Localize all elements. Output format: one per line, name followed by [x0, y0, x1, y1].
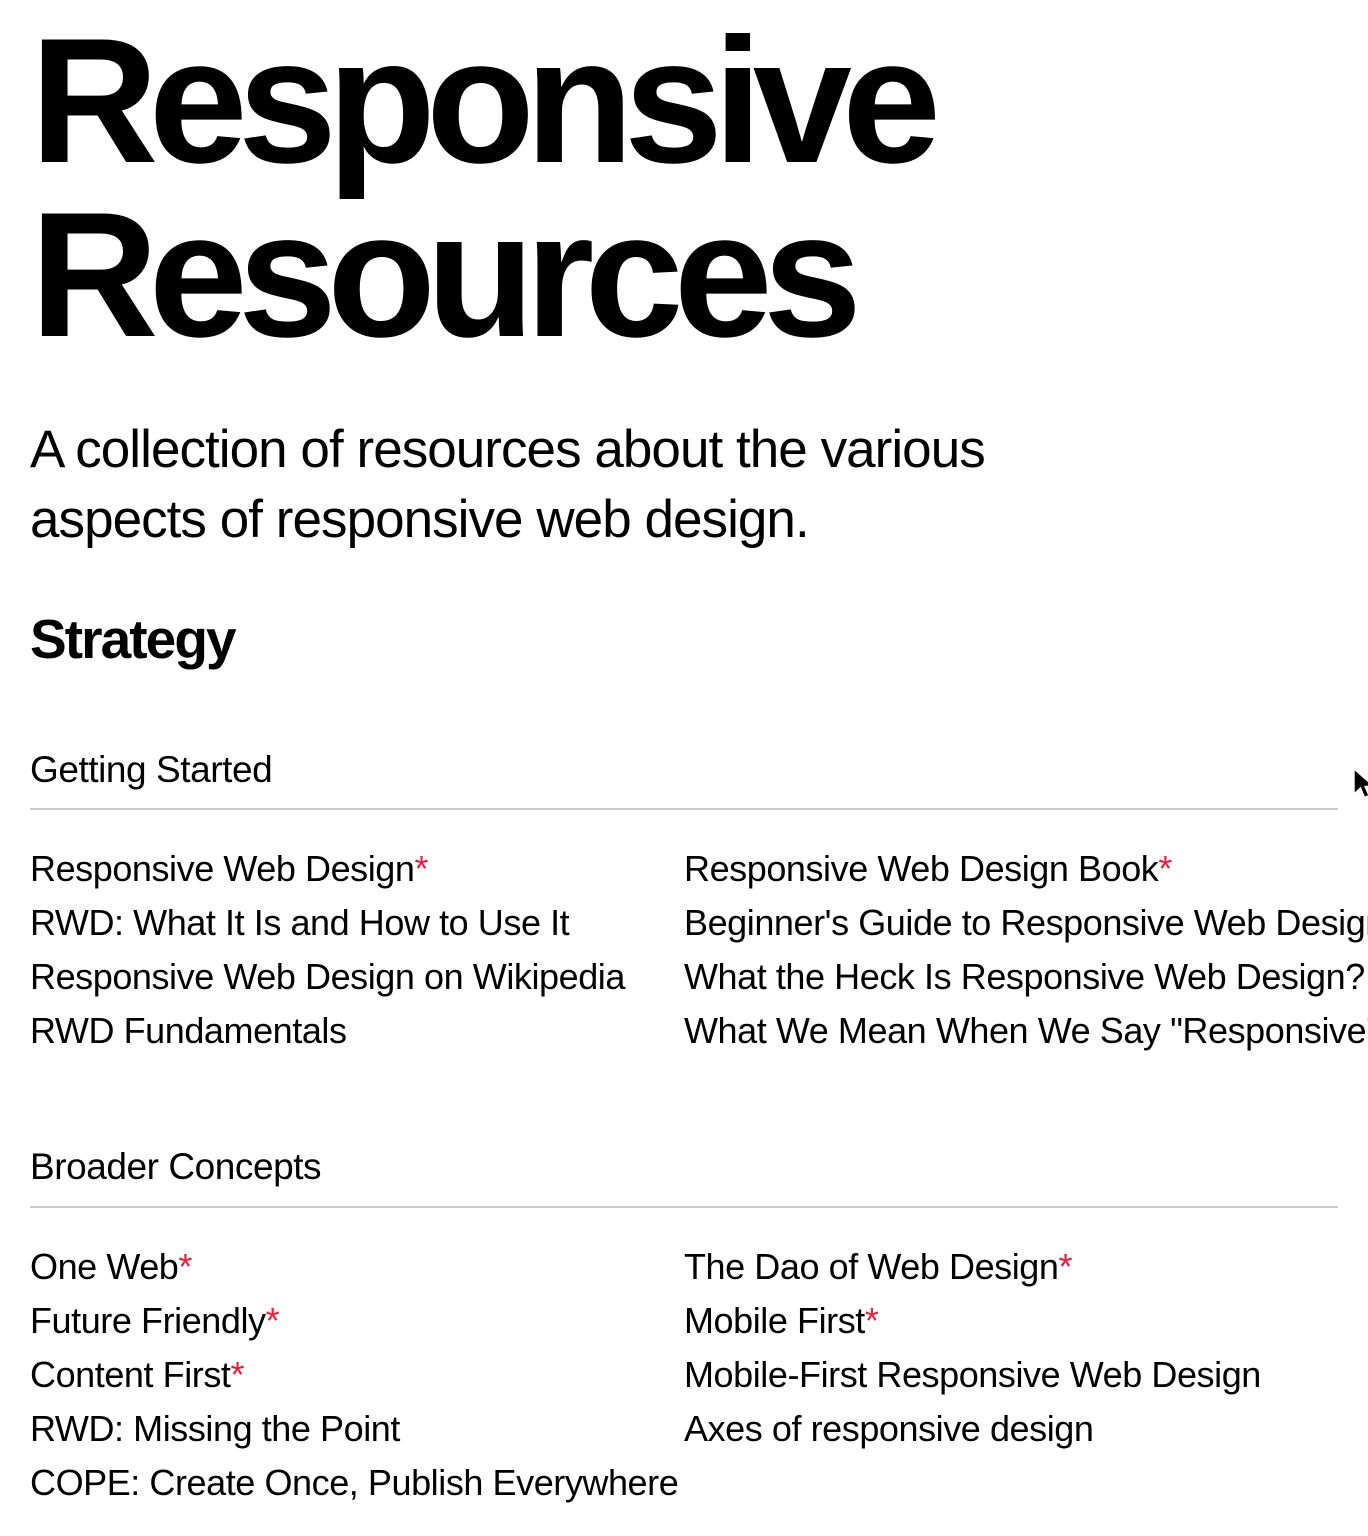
link-grid: One Web* Future Friendly* Content First* RW… [30, 1208, 1338, 1510]
mouse-pointer-icon [1352, 767, 1368, 800]
resource-link-label: RWD Fundamentals [30, 1010, 347, 1052]
starred-marker: * [230, 1353, 245, 1395]
resource-link[interactable]: Axes of responsive design [684, 1402, 1338, 1456]
resource-link-label: What We Mean When We Say "Responsive" [684, 1010, 1368, 1052]
starred-marker: * [265, 1299, 280, 1341]
resource-link-label: One Web [30, 1245, 179, 1287]
resource-link-label: Mobile-First Responsive Web Design [684, 1353, 1261, 1395]
resource-link[interactable]: Content First* [30, 1348, 684, 1402]
resource-link-label: Responsive Web Design Book [684, 848, 1159, 890]
resource-link-label: The Dao of Web Design [684, 1245, 1059, 1287]
resource-link[interactable]: Beginner's Guide to Responsive Web Desig… [684, 896, 1368, 950]
link-column: Responsive Web Design* RWD: What It Is an… [30, 842, 684, 1058]
link-column: The Dao of Web Design* Mobile First* Mobil… [684, 1240, 1338, 1510]
resource-link-label: Beginner's Guide to Responsive Web Desig… [684, 902, 1368, 944]
link-column: One Web* Future Friendly* Content First* RW… [30, 1240, 684, 1510]
starred-marker: * [1158, 848, 1172, 890]
resource-link[interactable]: Responsive Web Design on Wikipedia [30, 950, 684, 1004]
resource-link[interactable]: RWD: What It Is and How to Use It [30, 896, 684, 950]
resource-link-label: Responsive Web Design on Wikipedia [30, 956, 625, 998]
resource-link-label: Future Friendly [30, 1299, 266, 1341]
resource-link-label: COPE: Create Once, Publish Everywhere [30, 1461, 679, 1503]
subsections-container: Getting Started Responsive Web Design* RWD… [30, 669, 1368, 1510]
link-column: Responsive Web Design Book* Beginner's Gu… [684, 842, 1368, 1058]
subsection: Getting Started Responsive Web Design* RWD… [30, 669, 1368, 1059]
resource-link[interactable]: Mobile First* [684, 1294, 1338, 1348]
resource-link-label: What the Heck Is Responsive Web Design? [684, 956, 1365, 998]
resource-link[interactable]: RWD Fundamentals [30, 1004, 684, 1058]
resource-link[interactable]: What the Heck Is Responsive Web Design? [684, 950, 1365, 1004]
section-title-strategy: Strategy [30, 607, 237, 670]
resource-link[interactable]: What We Mean When We Say "Responsive" [684, 1004, 1368, 1058]
resource-link[interactable]: Responsive Web Design* [30, 842, 684, 896]
resource-link[interactable]: RWD: Missing the Point [30, 1402, 684, 1456]
starred-marker: * [1058, 1245, 1073, 1287]
resource-link[interactable]: Responsive Web Design Book* [684, 842, 1338, 896]
resources-page: Responsive Resources A collection of res… [0, 0, 1368, 1536]
subsection: Broader Concepts One Web* Future Friendly*… [30, 1058, 1338, 1510]
resource-link-label: Axes of responsive design [684, 1407, 1094, 1449]
resource-link[interactable]: The Dao of Web Design* [684, 1240, 1338, 1294]
subsection-title: Getting Started [30, 748, 273, 790]
resource-link[interactable]: COPE: Create Once, Publish Everywhere [30, 1456, 684, 1510]
link-grid: Responsive Web Design* RWD: What It Is an… [30, 810, 1368, 1058]
subsection-title: Broader Concepts [30, 1146, 322, 1188]
resource-link-label: Mobile First [684, 1299, 865, 1341]
resource-link[interactable]: One Web* [30, 1240, 684, 1294]
resource-link[interactable]: Future Friendly* [30, 1294, 684, 1348]
page-subtitle: A collection of resources about the vari… [30, 419, 986, 550]
page-title: Responsive Resources [30, 1, 941, 375]
resource-link-label: RWD: What It Is and How to Use It [30, 902, 570, 944]
resource-link-label: Content First [30, 1353, 231, 1395]
resource-link-label: Responsive Web Design [30, 848, 415, 890]
starred-marker: * [178, 1245, 192, 1287]
resource-link-label: RWD: Missing the Point [30, 1407, 400, 1449]
starred-marker: * [414, 848, 429, 890]
resource-link[interactable]: Mobile-First Responsive Web Design [684, 1348, 1338, 1402]
starred-marker: * [864, 1299, 879, 1341]
